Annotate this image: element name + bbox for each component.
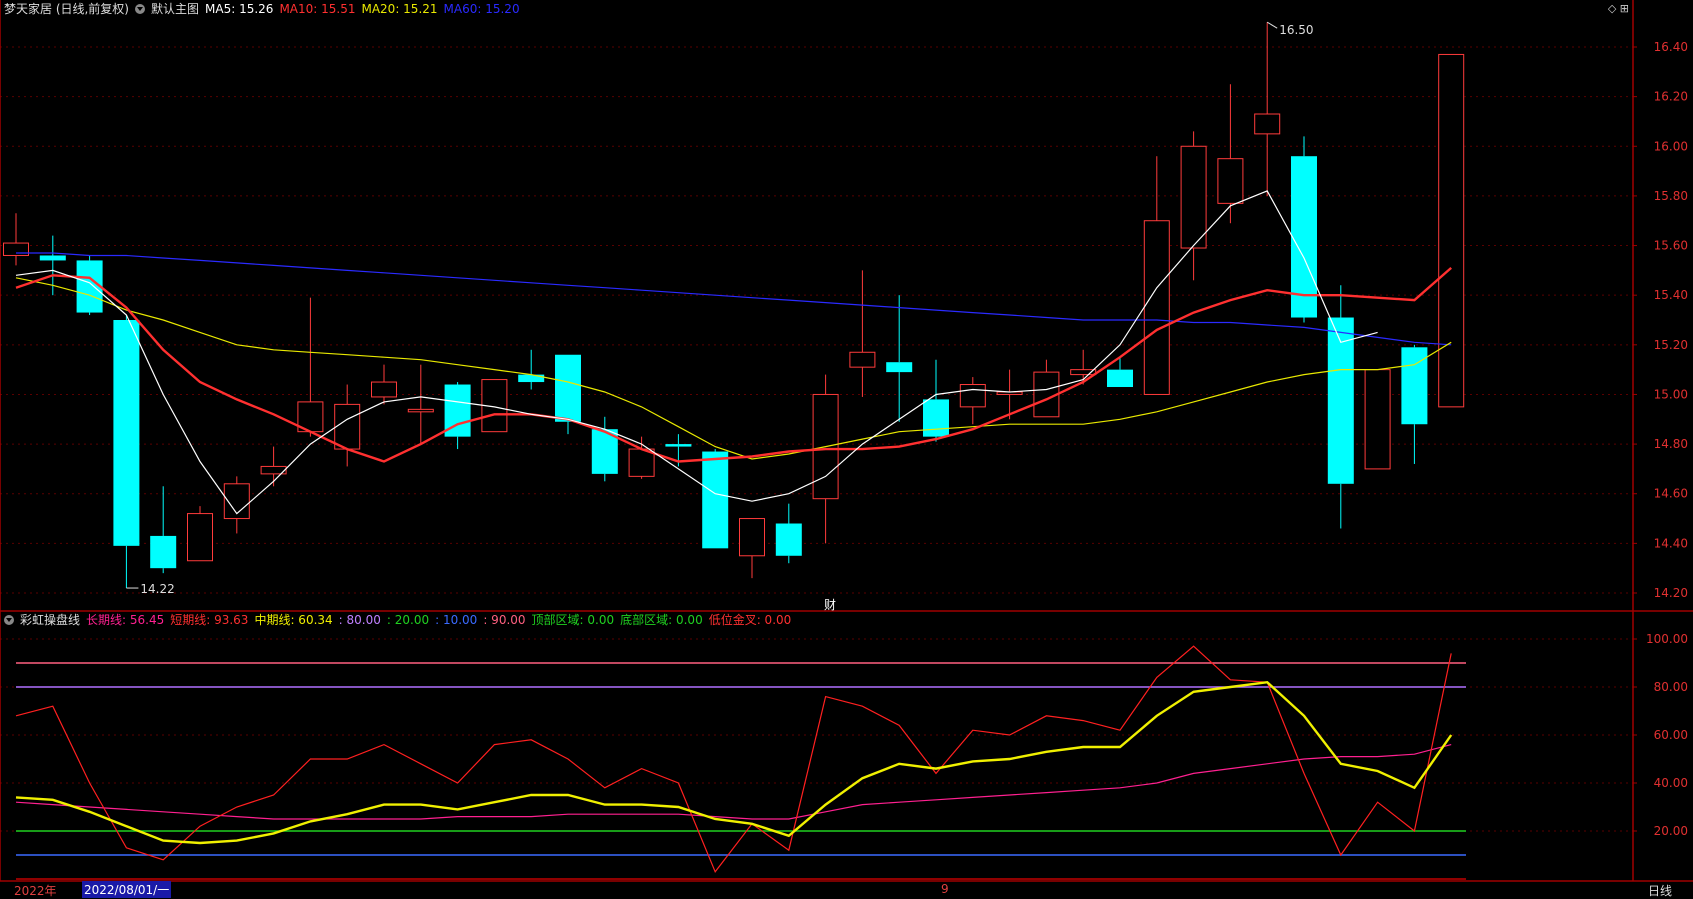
level-80-value: : 80.00 — [338, 613, 381, 627]
candle[interactable] — [1033, 359, 1060, 418]
financial-report-marker[interactable]: 财 — [824, 596, 836, 613]
candle[interactable] — [223, 476, 250, 534]
candle[interactable] — [518, 349, 545, 390]
candle[interactable] — [260, 446, 287, 487]
bottom-zone-value: 底部区域: 0.00 — [620, 613, 703, 627]
price-tick-label: 15.00 — [1654, 387, 1688, 401]
price-tick-label: 15.40 — [1654, 288, 1688, 302]
stock-name[interactable]: 梦天家居 (日线,前复权) — [4, 2, 129, 16]
candle[interactable] — [1107, 357, 1133, 388]
candle[interactable] — [297, 297, 324, 437]
indicator-header: 彩虹操盘线 长期线: 56.45 短期线: 93.63 中期线: 60.34 : 80.… — [4, 613, 797, 627]
candle[interactable] — [3, 213, 29, 266]
candle[interactable] — [1401, 344, 1428, 464]
level-90-value: : 90.00 — [483, 613, 526, 627]
ma60-value: MA60: 15.20 — [443, 2, 520, 16]
candle[interactable] — [371, 364, 397, 405]
low-golden-cross-value: 低位金叉: 0.00 — [708, 613, 792, 627]
price-tick-label: 15.80 — [1654, 189, 1688, 203]
candle[interactable] — [1254, 22, 1281, 196]
indicator-tick-label: 40.00 — [1654, 776, 1688, 790]
candle[interactable] — [1180, 131, 1207, 281]
main-chart-header: 梦天家居 (日线,前复权) 默认主图 MA5: 15.26 MA10: 15.51 MA… — [4, 2, 526, 16]
candle[interactable] — [1438, 53, 1465, 408]
ma20-value: MA20: 15.21 — [361, 2, 438, 16]
price-axis: 14.20 14.40 14.60 14.80 15.00 15.20 15.40 15.60… — [1633, 40, 1688, 600]
candle[interactable] — [702, 449, 729, 549]
period-selector[interactable]: 日线 — [1648, 882, 1672, 899]
candle[interactable] — [150, 486, 177, 574]
candle[interactable] — [39, 235, 66, 296]
price-tick-label: 16.00 — [1654, 139, 1688, 153]
candlestick-series — [3, 22, 1465, 589]
dropdown-icon[interactable] — [135, 4, 145, 14]
candle[interactable] — [812, 374, 839, 544]
dropdown-icon[interactable] — [4, 615, 14, 625]
top-zone-value: 顶部区域: 0.00 — [531, 613, 615, 627]
long-term-line-value: 长期线: 56.45 — [86, 613, 165, 627]
ma10-value: MA10: 15.51 — [279, 2, 356, 16]
candle[interactable] — [849, 270, 876, 397]
indicator-name[interactable]: 彩虹操盘线 — [20, 613, 80, 627]
level-20-value: : 20.00 — [386, 613, 430, 627]
indicator-tick-label: 80.00 — [1654, 680, 1688, 694]
price-tick-label: 15.60 — [1654, 239, 1688, 253]
stock-chart-canvas[interactable]: 14.20 14.40 14.60 14.80 15.00 15.20 15.40 15.60… — [0, 0, 1693, 899]
candle[interactable] — [1364, 369, 1391, 470]
window-control-icons[interactable]: ◇ ⊞ — [1608, 2, 1629, 15]
candle[interactable] — [959, 377, 986, 425]
indicator-tick-label: 100.00 — [1646, 632, 1688, 646]
ma20-line — [15, 277, 1452, 460]
price-tick-label: 16.20 — [1654, 90, 1688, 104]
candle[interactable] — [444, 382, 471, 450]
cursor-date-label: 2022/08/01/一 — [82, 881, 172, 898]
price-tick-label: 16.40 — [1654, 40, 1688, 54]
mid-term-line-value: 中期线: 60.34 — [254, 613, 333, 627]
timeline-year-label: 2022年 — [14, 884, 57, 898]
ma5-line — [15, 190, 1378, 515]
candle[interactable] — [113, 315, 140, 589]
price-tick-label: 14.60 — [1654, 487, 1688, 501]
candle[interactable] — [628, 436, 655, 479]
short-term-line-value: 短期线: 93.63 — [170, 613, 249, 627]
indicator-axis: 20.00 40.00 60.00 80.00 100.00 — [1633, 632, 1688, 838]
price-tick-label: 14.20 — [1654, 586, 1688, 600]
candle[interactable] — [187, 506, 213, 562]
low-price-label: 14.22 — [140, 582, 174, 596]
indicator-tick-label: 20.00 — [1654, 824, 1688, 838]
level-10-value: : 10.00 — [435, 613, 478, 627]
high-price-label: 16.50 — [1279, 23, 1313, 37]
candle[interactable] — [775, 503, 802, 564]
candle[interactable] — [886, 295, 913, 422]
price-tick-label: 14.40 — [1654, 536, 1688, 550]
candle[interactable] — [1143, 156, 1170, 395]
long-term-line — [15, 744, 1452, 820]
timeline-month-label: 9 — [941, 882, 949, 896]
candle[interactable] — [739, 518, 765, 579]
candle[interactable] — [407, 364, 434, 445]
short-term-line — [15, 645, 1452, 873]
price-tick-label: 15.20 — [1654, 338, 1688, 352]
ma5-value: MA5: 15.26 — [205, 2, 274, 16]
chart-type-label[interactable]: 默认主图 — [151, 2, 199, 16]
indicator-lines — [15, 645, 1466, 880]
mid-term-line — [15, 680, 1453, 845]
moving-average-lines — [15, 190, 1452, 515]
indicator-tick-label: 60.00 — [1654, 728, 1688, 742]
price-tick-label: 14.80 — [1654, 437, 1688, 451]
